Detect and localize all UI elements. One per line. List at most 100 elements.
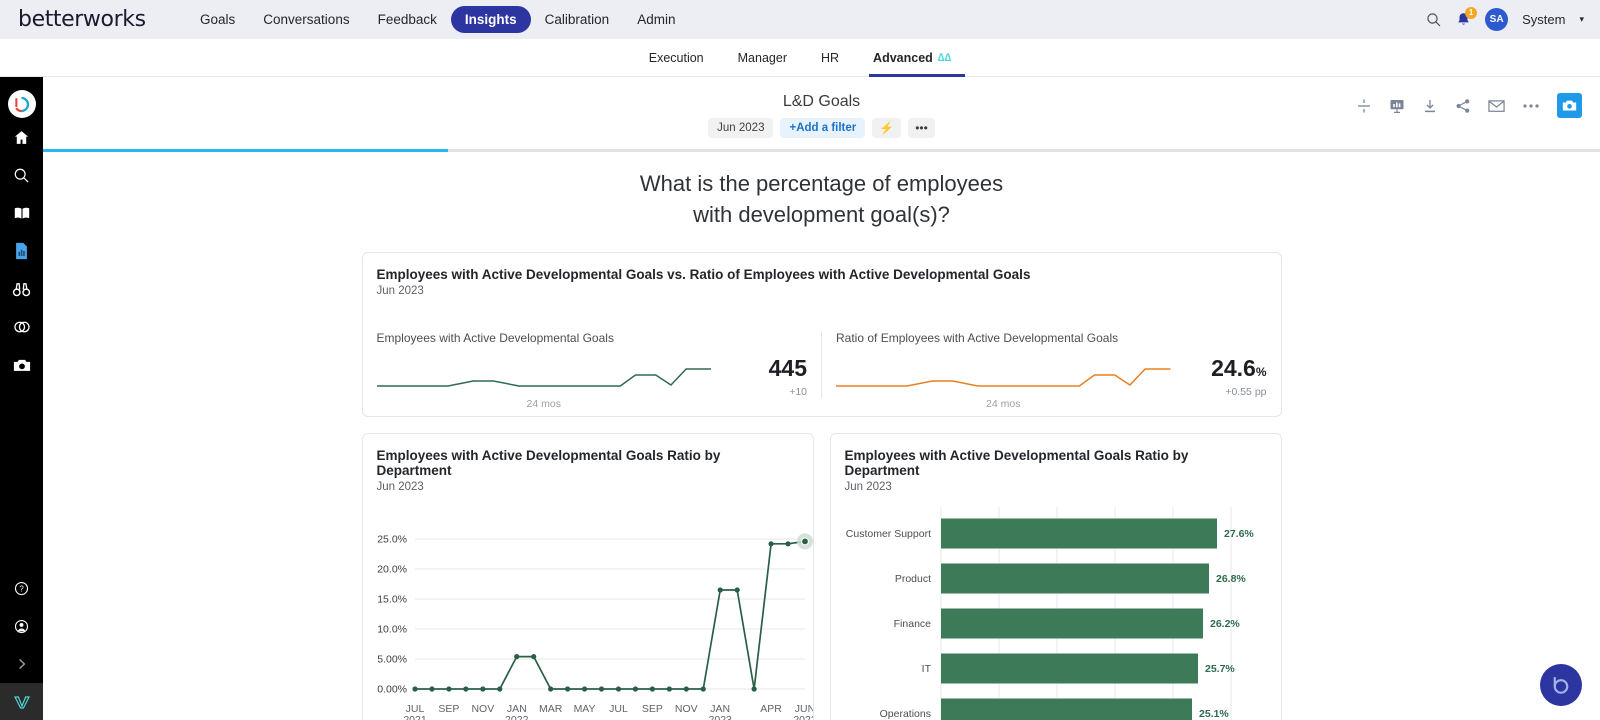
kpi-ratio-active-dev-goals[interactable]: Ratio of Employees with Active Developme… <box>821 331 1281 410</box>
tab-manager[interactable]: Manager <box>738 39 787 77</box>
email-icon[interactable] <box>1488 99 1505 113</box>
kpi-employees-active-dev-goals[interactable]: Employees with Active Developmental Goal… <box>363 331 822 410</box>
line-point[interactable] <box>445 686 452 692</box>
line-point[interactable] <box>496 686 502 692</box>
kpi-delta: +10 <box>789 386 807 398</box>
sidebar-item-venn[interactable] <box>0 308 43 346</box>
kpi-row: Employees with Active Developmental Goal… <box>363 297 1281 416</box>
bar[interactable] <box>940 608 1203 639</box>
question-line-1: What is the percentage of employees <box>639 171 1004 196</box>
bar[interactable] <box>940 518 1217 549</box>
search-icon[interactable] <box>1426 12 1442 28</box>
sidebar-item-camera[interactable] <box>0 346 43 384</box>
expand-sidebar-icon[interactable] <box>0 645 43 683</box>
x-axis-tick-label: SEP <box>438 703 459 715</box>
kpi-widget: Employees with Active Developmental Goal… <box>361 252 1282 417</box>
line-chart-widget: Employees with Active Developmental Goal… <box>361 433 816 720</box>
dashboard-question: What is the percentage of employees with… <box>43 168 1600 230</box>
line-series-path <box>414 540 805 690</box>
nav-item-calibration[interactable]: Calibration <box>531 6 624 33</box>
bar[interactable] <box>940 698 1192 720</box>
sidebar-item-book[interactable] <box>0 194 43 232</box>
bar-chart-subtitle: Jun 2023 <box>844 481 892 493</box>
line-point[interactable] <box>666 686 672 692</box>
y-axis-tick-label: 25.0% <box>377 534 407 546</box>
line-point[interactable] <box>734 587 740 593</box>
filter-chip-date[interactable]: Jun 2023 <box>708 118 774 138</box>
sidebar-item-binoculars[interactable] <box>0 270 43 308</box>
line-point-highlight[interactable] <box>800 537 809 546</box>
app-root: betterworks Goals Conversations Feedback… <box>0 0 1600 720</box>
bar[interactable] <box>940 653 1198 684</box>
divide-icon[interactable] <box>1356 98 1372 114</box>
presentation-icon[interactable] <box>1389 98 1405 114</box>
x-axis-tick-label: MAR <box>538 703 562 715</box>
nav-item-admin[interactable]: Admin <box>623 6 689 33</box>
line-point[interactable] <box>700 686 706 692</box>
y-axis-tick-label: 0.00% <box>377 684 407 696</box>
nav-item-feedback[interactable]: Feedback <box>364 6 451 33</box>
tab-advanced[interactable]: Advanced ∆∆ <box>869 39 966 77</box>
user-name-label[interactable]: System <box>1522 12 1565 27</box>
bar[interactable] <box>940 563 1209 594</box>
sidebar-item-report[interactable] <box>0 232 43 270</box>
sidebar-brand-logo[interactable] <box>7 90 36 118</box>
line-point[interactable] <box>564 686 570 692</box>
sparkline-caption: 24 mos <box>986 398 1021 410</box>
nav-item-insights[interactable]: Insights <box>450 6 531 33</box>
chevron-down-icon[interactable]: ▾ <box>1579 14 1584 25</box>
kpi-widget-subtitle: Jun 2023 <box>376 285 424 297</box>
x-axis-tick-label: NOV <box>674 703 697 715</box>
bar-value-label: 25.7% <box>1205 663 1235 675</box>
betterworks-logo[interactable]: betterworks <box>18 7 158 32</box>
assistant-fab-button[interactable] <box>1540 664 1582 706</box>
tab-hr[interactable]: HR <box>821 39 839 77</box>
line-point[interactable] <box>598 686 604 692</box>
tab-execution[interactable]: Execution <box>649 39 704 77</box>
line-point[interactable] <box>428 686 435 692</box>
line-point[interactable] <box>683 686 689 692</box>
line-point[interactable] <box>751 686 757 692</box>
line-point[interactable] <box>547 686 553 692</box>
add-filter-button[interactable]: +Add a filter <box>780 118 866 138</box>
line-point[interactable] <box>581 686 587 692</box>
bar-chart-plot[interactable]: Customer Support 27.6% Product 26.8% Finance… <box>831 493 1281 720</box>
x-axis-tick-year: 2023 <box>793 714 813 720</box>
profile-icon[interactable] <box>0 607 43 645</box>
more-options-icon[interactable] <box>1522 103 1540 109</box>
sidebar-item-search[interactable] <box>0 156 43 194</box>
sisense-icon[interactable] <box>0 683 43 720</box>
filter-more-icon[interactable]: ••• <box>908 118 935 138</box>
line-point[interactable] <box>411 686 418 692</box>
line-point[interactable] <box>479 686 485 692</box>
line-point[interactable] <box>462 686 468 692</box>
x-axis-tick-label: NOV <box>471 703 494 715</box>
x-axis-tick-year: 2022 <box>505 714 529 720</box>
share-icon[interactable] <box>1455 98 1471 114</box>
lightning-icon[interactable]: ⚡ <box>872 118 902 138</box>
line-point[interactable] <box>530 654 536 660</box>
notifications-bell-icon[interactable]: 1 <box>1456 6 1478 28</box>
line-chart-plot[interactable]: 25.0% 20.0% 15.0% 10.0% 5.00% 0.00% JUL 2021 SEP… <box>363 493 816 720</box>
line-point[interactable] <box>767 541 774 547</box>
nav-item-goals[interactable]: Goals <box>186 6 249 33</box>
kpi-value-number: 445 <box>768 355 807 381</box>
y-axis-tick-label: 20.0% <box>377 564 407 576</box>
question-line-2: with development goal(s)? <box>693 202 950 227</box>
bar-category-label: Finance <box>893 618 931 630</box>
camera-capture-button[interactable] <box>1557 93 1582 118</box>
line-point[interactable] <box>615 686 621 692</box>
line-point[interactable] <box>784 541 791 547</box>
line-point[interactable] <box>513 654 519 660</box>
kpi-value: 445 <box>719 357 807 380</box>
avatar[interactable]: SA <box>1485 8 1509 31</box>
line-point[interactable] <box>717 587 723 593</box>
load-progress-track <box>43 149 1600 152</box>
nav-item-conversations[interactable]: Conversations <box>249 6 363 33</box>
line-point[interactable] <box>632 686 638 692</box>
sidebar-item-home[interactable] <box>0 118 43 156</box>
line-point[interactable] <box>649 686 655 692</box>
bar-value-label: 26.8% <box>1216 573 1246 585</box>
help-icon[interactable]: ? <box>0 569 43 607</box>
download-icon[interactable] <box>1422 98 1438 114</box>
